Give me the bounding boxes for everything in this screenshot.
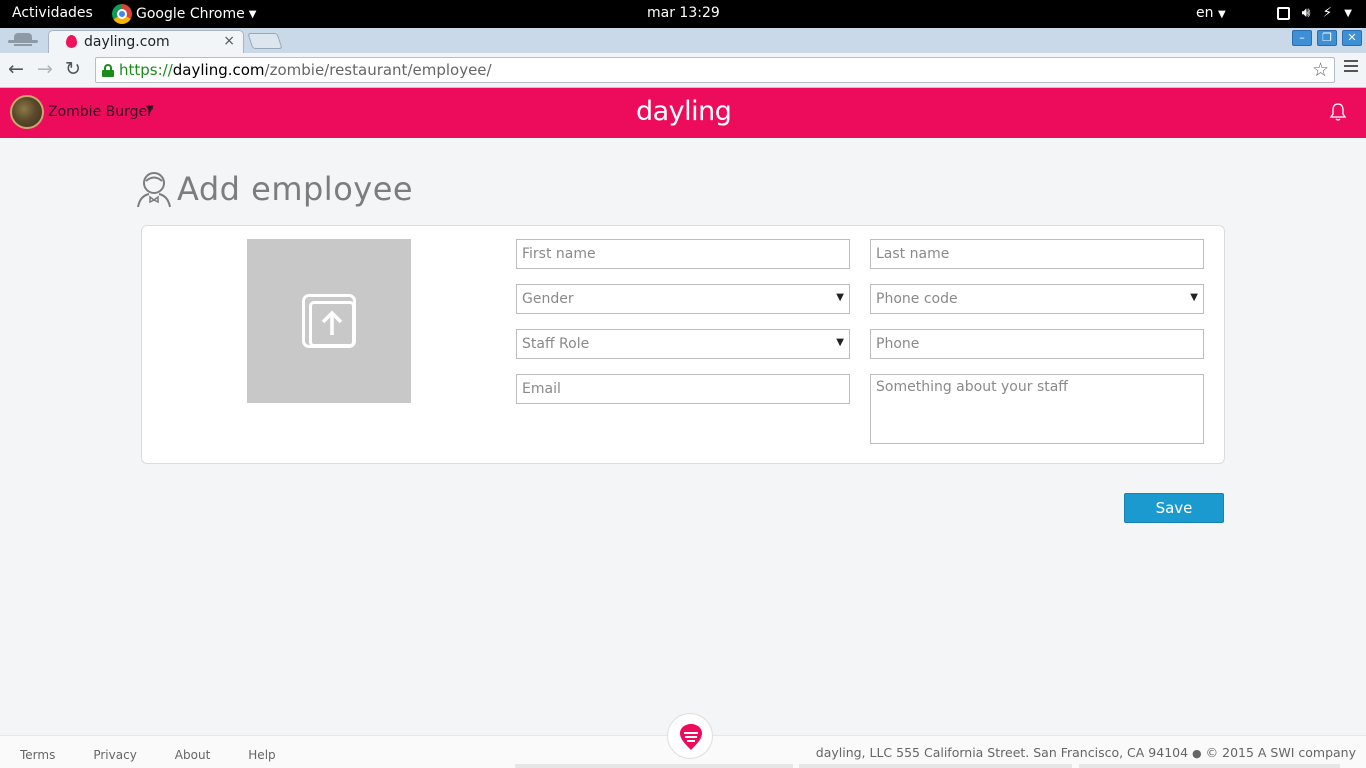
url-text[interactable]: https://dayling.com/zombie/restaurant/em… [119,61,492,79]
app-menu-label: Google Chrome [136,6,245,22]
company-address: dayling, LLC 555 California Street. San … [815,745,1189,760]
last-name-input[interactable] [876,246,1198,262]
gender-select-label: Gender [522,291,574,307]
about-link[interactable]: About [175,748,210,762]
account-name[interactable]: Zombie Burger [48,104,153,120]
browser-toolbar: ← → ↻ https://dayling.com/zombie/restaur… [0,53,1366,88]
app-menu[interactable]: Google Chrome ▼ [112,4,256,24]
first-name-field[interactable] [516,239,850,269]
url-path: /zombie/restaurant/employee/ [264,61,492,79]
minimize-button[interactable]: – [1292,30,1312,46]
lock-icon [102,64,114,77]
divider [515,764,793,768]
photo-upload-area[interactable] [247,239,411,403]
footer: Terms Privacy About Help dayling, LLC 55… [0,713,1366,768]
window-icon [1276,6,1290,20]
staff-role-select-label: Staff Role [522,336,590,352]
back-arrow-icon[interactable]: ← [8,59,24,79]
phone-code-select[interactable]: Phone code ▼ [870,284,1204,314]
clock[interactable]: mar 13:29 [647,5,720,21]
page-header: Add employee [136,170,413,208]
url-host: dayling.com [172,61,265,79]
chevron-down-icon: ▼ [1344,7,1352,19]
tab-strip: dayling.com × – ❐ ✕ [0,28,1366,53]
system-tray[interactable]: 🔊︎ ⚡︎ ▼ [1276,5,1352,21]
dayling-logo-icon[interactable] [667,713,713,759]
address-bar[interactable]: https://dayling.com/zombie/restaurant/em… [95,57,1335,83]
dayling-favicon-icon [66,35,77,48]
avatar[interactable] [10,95,44,129]
last-name-field[interactable] [870,239,1204,269]
volume-icon: 🔊︎ [1301,5,1311,21]
chrome-icon [112,4,132,24]
reload-icon[interactable]: ↻ [65,59,81,79]
staff-role-select[interactable]: Staff Role ▼ [516,329,850,359]
employee-icon [137,172,171,208]
incognito-icon [6,31,40,51]
system-top-bar: Actividades Google Chrome ▼ mar 13:29 en… [0,0,1366,28]
email-field[interactable] [516,374,850,404]
chevron-down-icon: ▼ [836,337,844,348]
maximize-button[interactable]: ❐ [1317,30,1337,46]
window-controls: – ❐ ✕ [1292,30,1362,46]
divider [799,764,1072,768]
new-tab-button[interactable] [247,33,283,49]
first-name-input[interactable] [522,246,844,262]
upload-icon [302,294,356,348]
page-title: Add employee [177,170,414,208]
gender-select[interactable]: Gender ▼ [516,284,850,314]
chevron-down-icon: ▼ [248,8,257,20]
brand-logo[interactable]: dayling [636,96,732,127]
phone-input[interactable] [876,336,1198,352]
language-label: en [1196,5,1214,21]
footer-links: Terms Privacy About Help [20,748,314,762]
chevron-down-icon[interactable]: ▼ [146,104,154,115]
forward-arrow-icon[interactable]: → [37,59,53,79]
activities-button[interactable]: Actividades [12,5,93,21]
bookmark-star-icon[interactable]: ☆ [1312,59,1329,81]
company-info: dayling, LLC 555 California Street. San … [816,745,1356,760]
email-input[interactable] [522,381,844,397]
phone-field[interactable] [870,329,1204,359]
location-pin-icon: ● [1192,747,1202,760]
app-header: Zombie Burger ▼ dayling [0,88,1366,138]
language-selector[interactable]: en ▼ [1196,5,1226,21]
copyright: © 2015 A SWI company [1205,745,1356,760]
about-staff-field[interactable] [870,374,1204,444]
bell-icon[interactable] [1329,102,1347,122]
terms-link[interactable]: Terms [20,748,55,762]
close-tab-icon[interactable]: × [223,33,235,49]
battery-icon: ⚡︎ [1322,5,1333,21]
employee-form-card: Gender ▼ Phone code ▼ Staff Role ▼ [141,225,1225,464]
tab-title: dayling.com [84,34,170,50]
save-button[interactable]: Save [1124,493,1224,523]
divider [1079,764,1340,768]
url-scheme: https:// [119,61,173,79]
help-link[interactable]: Help [248,748,275,762]
hamburger-menu-icon[interactable] [1344,60,1358,75]
phone-code-select-label: Phone code [876,291,958,307]
chevron-down-icon: ▼ [1190,292,1198,303]
close-window-button[interactable]: ✕ [1342,30,1362,46]
chevron-down-icon: ▼ [836,292,844,303]
chevron-down-icon: ▼ [1217,9,1226,20]
about-staff-textarea[interactable] [876,379,1198,435]
privacy-link[interactable]: Privacy [93,748,136,762]
browser-tab[interactable]: dayling.com × [48,30,244,53]
